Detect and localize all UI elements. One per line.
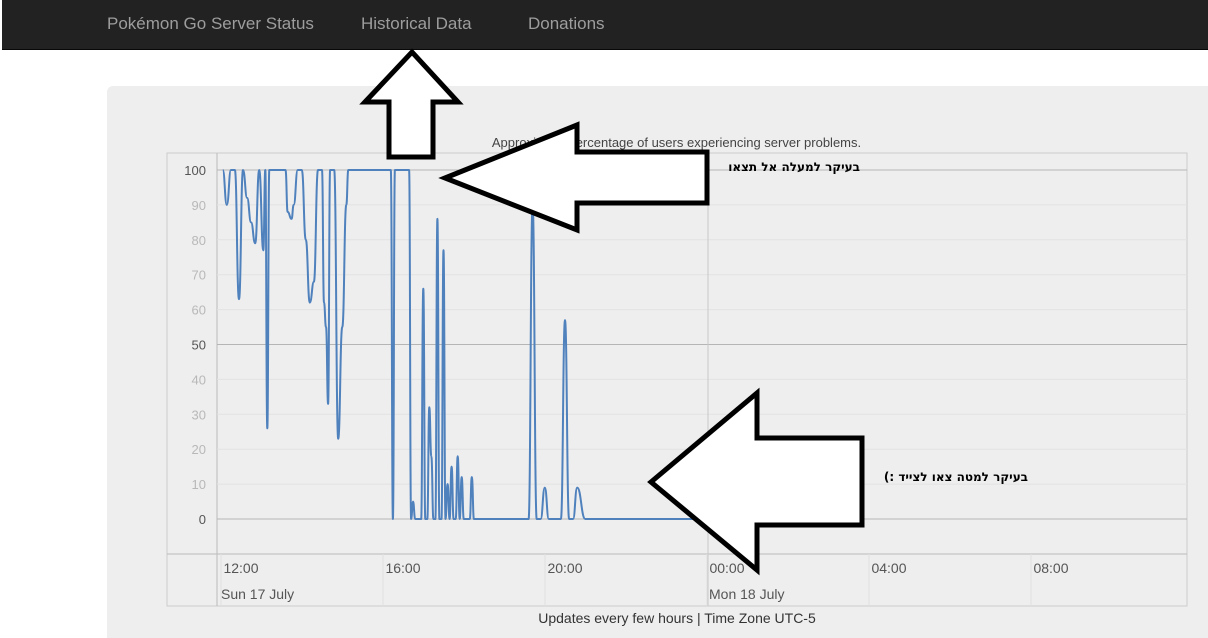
y-tick-label: 0 — [199, 512, 206, 527]
lower-annotation-text: בעיקר למטה צאו לצייד :) — [883, 470, 1028, 484]
x-date-label: Mon 18 July — [709, 586, 784, 602]
x-tick-label: 00:00 — [709, 560, 744, 576]
x-tick-label: 12:00 — [223, 560, 258, 576]
x-tick-label: 16:00 — [385, 560, 420, 576]
upper-annotation-text: בעיקר למעלה אל תצאו — [728, 160, 860, 174]
chart-footer: Updates every few hours | Time Zone UTC-… — [538, 610, 816, 626]
y-tick-label: 20 — [192, 442, 206, 457]
y-tick-label: 100 — [184, 163, 206, 178]
y-tick-label: 70 — [192, 268, 206, 283]
y-tick-label: 60 — [192, 303, 206, 318]
y-tick-label: 90 — [192, 198, 206, 213]
x-tick-label: 08:00 — [1033, 560, 1068, 576]
y-tick-label: 80 — [192, 233, 206, 248]
left-arrow-upper-annotation — [438, 121, 710, 234]
y-tick-label: 30 — [192, 407, 206, 422]
x-tick-label: 04:00 — [871, 560, 906, 576]
x-date-label: Sun 17 July — [221, 586, 294, 602]
chart-svg: 1009080706050403020100 12:00 16:00 20:00 00… — [166, 48, 1188, 607]
y-tick-label: 50 — [192, 338, 206, 353]
y-tick-label: 10 — [192, 477, 206, 492]
y-tick-label: 40 — [192, 372, 206, 387]
x-tick-label: 20:00 — [547, 560, 582, 576]
up-arrow-annotation — [359, 48, 464, 160]
left-arrow-lower-annotation — [647, 387, 865, 576]
